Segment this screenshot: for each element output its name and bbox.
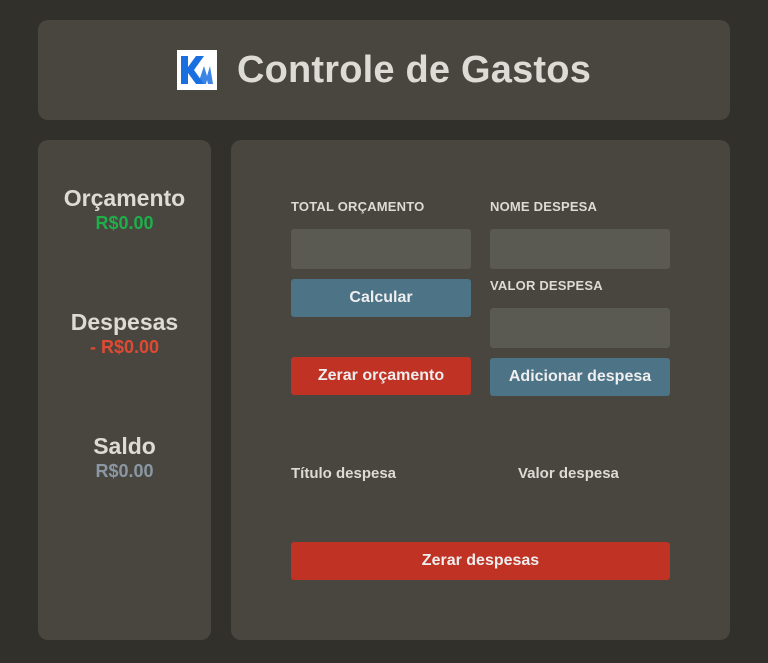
expense-name-input[interactable] xyxy=(490,229,670,269)
total-budget-label: TOTAL ORÇAMENTO xyxy=(291,199,425,214)
reset-budget-button[interactable]: Zerar orçamento xyxy=(291,357,471,395)
summary-panel: Orçamento R$0.00 Despesas - R$0.00 Saldo… xyxy=(38,140,211,640)
total-budget-input[interactable] xyxy=(291,229,471,269)
budget-label: Orçamento xyxy=(63,185,186,211)
expense-value-column-header: Valor despesa xyxy=(518,465,619,482)
expense-value-input[interactable] xyxy=(490,308,670,348)
app-header: Controle de Gastos xyxy=(38,20,730,120)
budget-summary: Orçamento R$0.00 xyxy=(38,184,211,234)
balance-summary: Saldo R$0.00 xyxy=(38,432,211,482)
budget-value: R$0.00 xyxy=(95,213,154,233)
reset-expenses-button[interactable]: Zerar despesas xyxy=(291,542,670,580)
expenses-summary: Despesas - R$0.00 xyxy=(38,308,211,358)
calculate-button[interactable]: Calcular xyxy=(291,279,471,317)
main-panel: TOTAL ORÇAMENTO Calcular Zerar orçamento… xyxy=(231,140,730,640)
expense-title-column-header: Título despesa xyxy=(291,465,397,482)
add-expense-button[interactable]: Adicionar despesa xyxy=(490,358,670,396)
expense-value-label: VALOR DESPESA xyxy=(490,278,603,293)
expenses-value: - R$0.00 xyxy=(89,337,160,357)
balance-label: Saldo xyxy=(93,433,156,459)
balance-value: R$0.00 xyxy=(95,461,154,481)
expense-name-label: NOME DESPESA xyxy=(490,199,598,214)
km-logo-icon xyxy=(176,50,217,90)
page-title: Controle de Gastos xyxy=(236,48,592,91)
expenses-label: Despesas xyxy=(70,309,179,335)
